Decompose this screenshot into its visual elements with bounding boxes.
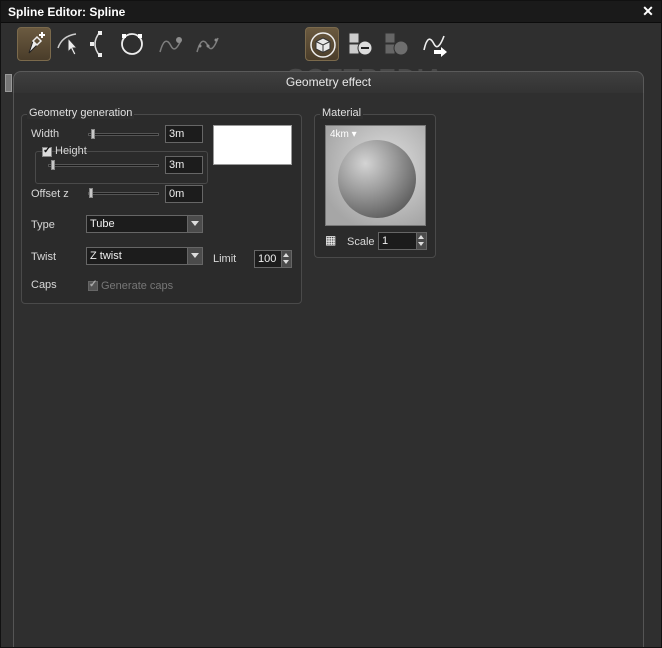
chevron-down-icon[interactable]	[187, 216, 202, 232]
limit-spinner[interactable]	[281, 251, 291, 267]
geometry-generation-title: Geometry generation	[27, 107, 135, 119]
pen-add-tool[interactable]	[17, 27, 51, 61]
window-title: Spline Editor: Spline	[8, 5, 126, 19]
tab-bar: Geometry effect	[1, 71, 661, 93]
objects-remove-icon	[348, 32, 373, 56]
width-slider[interactable]	[88, 129, 159, 139]
height-checkbox[interactable]	[42, 145, 52, 157]
material-tag[interactable]: 4km ▾	[330, 129, 357, 140]
geometry-effect-panel: Geometry generation Width 3m Height 3m O…	[13, 93, 644, 647]
geometry-generation-group: Geometry generation Width 3m Height 3m O…	[21, 107, 302, 304]
curve-point-icon	[159, 37, 182, 53]
node-edit-icon	[90, 31, 102, 57]
height-field[interactable]: 3m	[165, 156, 203, 174]
pen-add-icon	[28, 32, 45, 54]
node-edit-tool[interactable]	[83, 27, 117, 61]
panel-handle[interactable]	[5, 74, 12, 92]
scale-field[interactable]: 1	[378, 232, 427, 250]
curve-export-tool[interactable]	[419, 27, 453, 61]
curve-point-tool[interactable]	[154, 27, 188, 61]
spline-editor-window: Spline Editor: Spline ✕ Geometry effect …	[0, 0, 662, 648]
twist-dropdown[interactable]: Z twist	[86, 247, 203, 265]
geometry-tool[interactable]	[305, 27, 339, 61]
limit-value: 100	[258, 253, 277, 265]
height-slider[interactable]	[48, 160, 159, 170]
material-title: Material	[320, 107, 364, 119]
objects-add-tool[interactable]	[379, 27, 413, 61]
circle-spline-icon	[121, 33, 143, 55]
offset-z-field[interactable]: 0m	[165, 185, 203, 203]
geometry-cube-icon	[310, 32, 336, 58]
scale-spinner[interactable]	[416, 233, 426, 249]
offset-z-slider-thumb[interactable]	[89, 188, 93, 198]
material-preview[interactable]: 4km ▾	[325, 125, 426, 226]
close-button[interactable]: ✕	[641, 4, 655, 18]
curve-export-icon	[423, 35, 447, 57]
scale-value: 1	[382, 235, 389, 247]
select-tool[interactable]	[53, 27, 87, 61]
limit-label: Limit	[213, 253, 237, 265]
circle-tool[interactable]	[115, 27, 149, 61]
width-slider-thumb[interactable]	[91, 129, 95, 139]
offset-z-slider[interactable]	[88, 188, 159, 198]
height-label: Height	[55, 145, 87, 157]
width-field[interactable]: 3m	[165, 125, 203, 143]
type-dropdown[interactable]: Tube	[86, 215, 203, 233]
twist-dropdown-value: Z twist	[90, 250, 122, 262]
offset-z-label: Offset z	[31, 188, 69, 200]
generate-caps-checkbox[interactable]	[88, 279, 98, 291]
curve-dots-tool[interactable]	[191, 27, 225, 61]
material-sphere	[338, 140, 416, 218]
toolbar: SOFTPEDIA	[1, 23, 661, 93]
profile-preview	[213, 125, 292, 165]
scale-label: Scale	[347, 236, 375, 248]
title-bar: Spline Editor: Spline ✕	[1, 1, 661, 23]
caps-label: Caps	[31, 279, 57, 291]
width-label: Width	[31, 128, 60, 140]
objects-remove-tool[interactable]	[343, 27, 377, 61]
select-arrow-icon	[57, 33, 79, 56]
chevron-down-icon[interactable]	[187, 248, 202, 264]
type-label: Type	[31, 219, 55, 231]
checker-scale-icon: ▦	[325, 233, 337, 247]
material-group: Material 4km ▾ ▦ Scale 1	[314, 107, 436, 258]
twist-label: Twist	[31, 251, 57, 263]
height-slider-thumb[interactable]	[51, 160, 55, 170]
limit-field[interactable]: 100	[254, 250, 292, 268]
objects-add-icon	[384, 32, 409, 56]
generate-caps-label: Generate caps	[101, 280, 174, 292]
type-dropdown-value: Tube	[90, 218, 115, 230]
curve-dots-icon	[196, 37, 219, 53]
tab-geometry-effect[interactable]: Geometry effect	[13, 71, 644, 93]
